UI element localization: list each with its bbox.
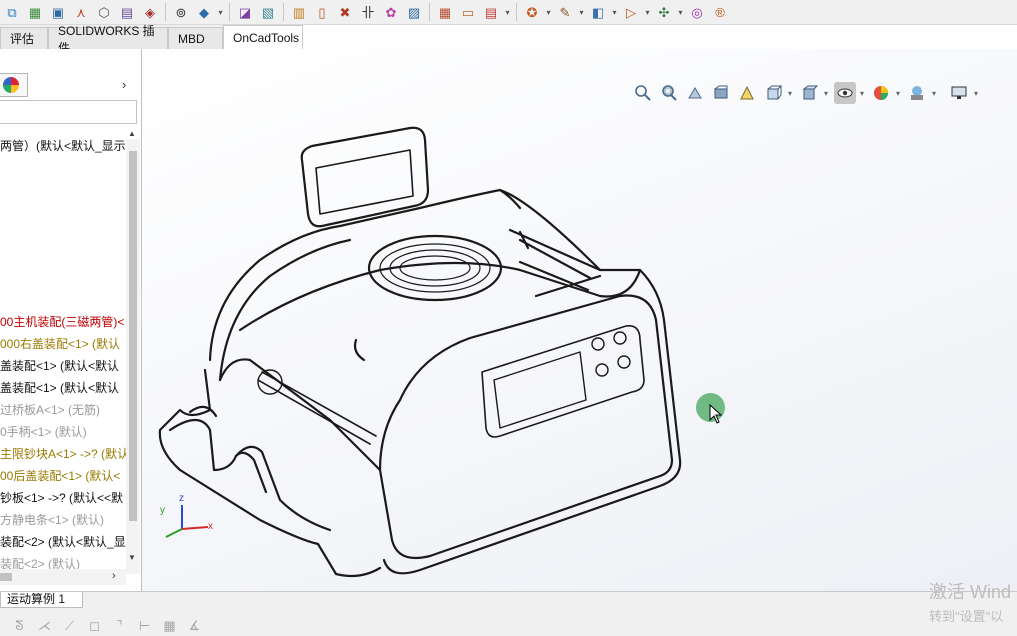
panel-tab-strip bbox=[0, 73, 28, 97]
toolbar-separator bbox=[516, 3, 517, 21]
tree-item[interactable]: 主限钞块A<1> ->? (默认 bbox=[0, 445, 126, 463]
windows-activation-watermark-hint: 转到"设置"以 bbox=[929, 609, 1004, 624]
tab-mbd[interactable]: MBD bbox=[168, 27, 223, 49]
feature-manager-panel: › 两管）(默认<默认_显示状 00主机装配(三磁两管)< 000右盖装配<1> (… bbox=[0, 49, 142, 591]
feature-tree-vertical-scrollbar[interactable]: ▲ ▼ bbox=[126, 129, 140, 574]
new-part-icon[interactable]: ▣ bbox=[48, 2, 68, 22]
new-motion-study-icon[interactable]: ▧ bbox=[258, 2, 278, 22]
panel-expand-arrow-icon[interactable]: › bbox=[122, 77, 126, 92]
tree-item[interactable]: 000右盖装配<1> (默认 bbox=[0, 335, 126, 353]
scroll-up-icon[interactable]: ▲ bbox=[128, 129, 136, 138]
toolbar-separator bbox=[283, 3, 284, 21]
reference-geometry-icon[interactable]: ◪ bbox=[235, 2, 255, 22]
chevron-down-icon[interactable]: ▾ bbox=[677, 8, 684, 17]
triad-x-label: x bbox=[208, 521, 213, 532]
scroll-right-icon[interactable]: › bbox=[112, 570, 116, 582]
chevron-down-icon[interactable]: ▾ bbox=[504, 8, 511, 17]
mouse-pointer-icon bbox=[709, 404, 723, 424]
dimension-icon[interactable]: ⊢ bbox=[135, 616, 154, 635]
scrollbar-thumb[interactable] bbox=[0, 573, 12, 581]
tree-item[interactable]: 装配<2> (默认<默认_显 bbox=[0, 533, 126, 551]
pin-icon[interactable]: ✎ bbox=[555, 2, 575, 22]
tab-evaluate[interactable]: 评估 bbox=[0, 27, 48, 49]
tree-item[interactable]: 00主机装配(三磁两管)< bbox=[0, 313, 126, 331]
display-manager-icon[interactable] bbox=[3, 77, 19, 93]
calendar-icon[interactable]: ▦ bbox=[435, 2, 455, 22]
explode-icon[interactable]: ✣ bbox=[654, 2, 674, 22]
chamfer-icon[interactable]: ⋌ bbox=[35, 616, 54, 635]
corner-icon[interactable]: ⌝ bbox=[110, 616, 129, 635]
tree-item[interactable]: 盖装配<1> (默认<默认 bbox=[0, 357, 126, 375]
toolbar-separator bbox=[429, 3, 430, 21]
interference-icon[interactable]: 卝 bbox=[358, 2, 378, 22]
graphics-area[interactable]: ▾ ▾ ▾ ▾ ▾ ▾ z x y bbox=[142, 49, 1017, 591]
show-hidden-icon[interactable]: ⊚ bbox=[171, 2, 191, 22]
tree-item[interactable]: 方静电条<1> (默认) bbox=[0, 511, 126, 529]
tab-oncadtools[interactable]: OnCadTools bbox=[223, 25, 303, 49]
angle-icon[interactable]: ∡ bbox=[185, 616, 204, 635]
triad-y-label: y bbox=[160, 505, 165, 516]
chevron-down-icon[interactable]: ▾ bbox=[611, 8, 618, 17]
registered-icon[interactable]: ® bbox=[710, 2, 730, 22]
toolbar-separator bbox=[229, 3, 230, 21]
cube-icon[interactable]: ◧ bbox=[588, 2, 608, 22]
play-icon[interactable]: ▷ bbox=[621, 2, 641, 22]
tab-solidworks-addins[interactable]: SOLIDWORKS 插件 bbox=[48, 24, 168, 55]
tree-item[interactable]: 两管）(默认<默认_显示状 bbox=[0, 137, 126, 155]
instant-icon[interactable]: ▭ bbox=[458, 2, 478, 22]
tree-item[interactable]: 过桥板A<1> (无筋) bbox=[0, 401, 126, 419]
target-icon[interactable]: ◎ bbox=[687, 2, 707, 22]
toolbar-separator bbox=[165, 3, 166, 21]
smart-fasteners-icon[interactable]: ⬡ bbox=[94, 2, 114, 22]
rectangle-icon[interactable]: ◻ bbox=[85, 616, 104, 635]
chevron-down-icon[interactable]: ▾ bbox=[578, 8, 585, 17]
feature-tree-filter-input[interactable] bbox=[0, 100, 137, 124]
scrollbar-thumb[interactable] bbox=[129, 151, 137, 521]
fillet-icon[interactable]: ᘕ bbox=[10, 616, 29, 635]
triad-z-label: z bbox=[179, 493, 184, 504]
feature-tree-horizontal-scrollbar[interactable]: › bbox=[0, 569, 126, 585]
performance-evaluation-icon[interactable]: ▨ bbox=[404, 2, 424, 22]
mate-icon[interactable]: ⋏ bbox=[71, 2, 91, 22]
tree-item[interactable]: 钞板<1> ->? (默认<<默 bbox=[0, 489, 126, 507]
hole-series-icon[interactable]: ▤ bbox=[481, 2, 501, 22]
motion-tools: ᘕ ⋌ ⟋ ◻ ⌝ ⊢ ▦ ∡ bbox=[10, 616, 204, 635]
windows-activation-watermark-title: 激活 Wind bbox=[929, 582, 1012, 602]
model-counter-machine[interactable] bbox=[142, 49, 1017, 591]
linear-pattern-icon[interactable]: ▤ bbox=[117, 2, 137, 22]
command-manager-tabs: 评估 SOLIDWORKS 插件 MBD OnCadTools bbox=[0, 24, 303, 55]
motion-study-tab[interactable]: 运动算例 1 bbox=[0, 592, 83, 608]
chevron-down-icon[interactable]: ▾ bbox=[644, 8, 651, 17]
grid-icon[interactable]: ▦ bbox=[160, 616, 179, 635]
gear-icon[interactable]: ✪ bbox=[522, 2, 542, 22]
assembly-visualization-icon[interactable]: ✿ bbox=[381, 2, 401, 22]
line-icon[interactable]: ⟋ bbox=[60, 616, 79, 635]
coordinate-triad: z x y bbox=[158, 493, 218, 545]
insert-component-icon[interactable]: ▦ bbox=[25, 2, 45, 22]
tree-item[interactable]: 00后盖装配<1> (默认< bbox=[0, 467, 126, 485]
assembly-features-icon[interactable]: ◆ bbox=[194, 2, 214, 22]
bottom-motion-bar: 运动算例 1 ᘕ ⋌ ⟋ ◻ ⌝ ⊢ ▦ ∡ bbox=[0, 591, 1017, 636]
instant3d-icon[interactable]: ✖ bbox=[335, 2, 355, 22]
tree-item[interactable]: 盖装配<1> (默认<默认 bbox=[0, 379, 126, 397]
exploded-view-icon[interactable]: ▯ bbox=[312, 2, 332, 22]
scroll-down-icon[interactable]: ▼ bbox=[128, 553, 136, 562]
assembly-icon[interactable]: ⧉ bbox=[2, 2, 22, 22]
tree-item[interactable]: 0手柄<1> (默认) bbox=[0, 423, 126, 441]
move-component-icon[interactable]: ◈ bbox=[140, 2, 160, 22]
chevron-down-icon[interactable]: ▾ bbox=[545, 8, 552, 17]
bill-of-materials-icon[interactable]: ▥ bbox=[289, 2, 309, 22]
chevron-down-icon[interactable]: ▾ bbox=[217, 8, 224, 17]
